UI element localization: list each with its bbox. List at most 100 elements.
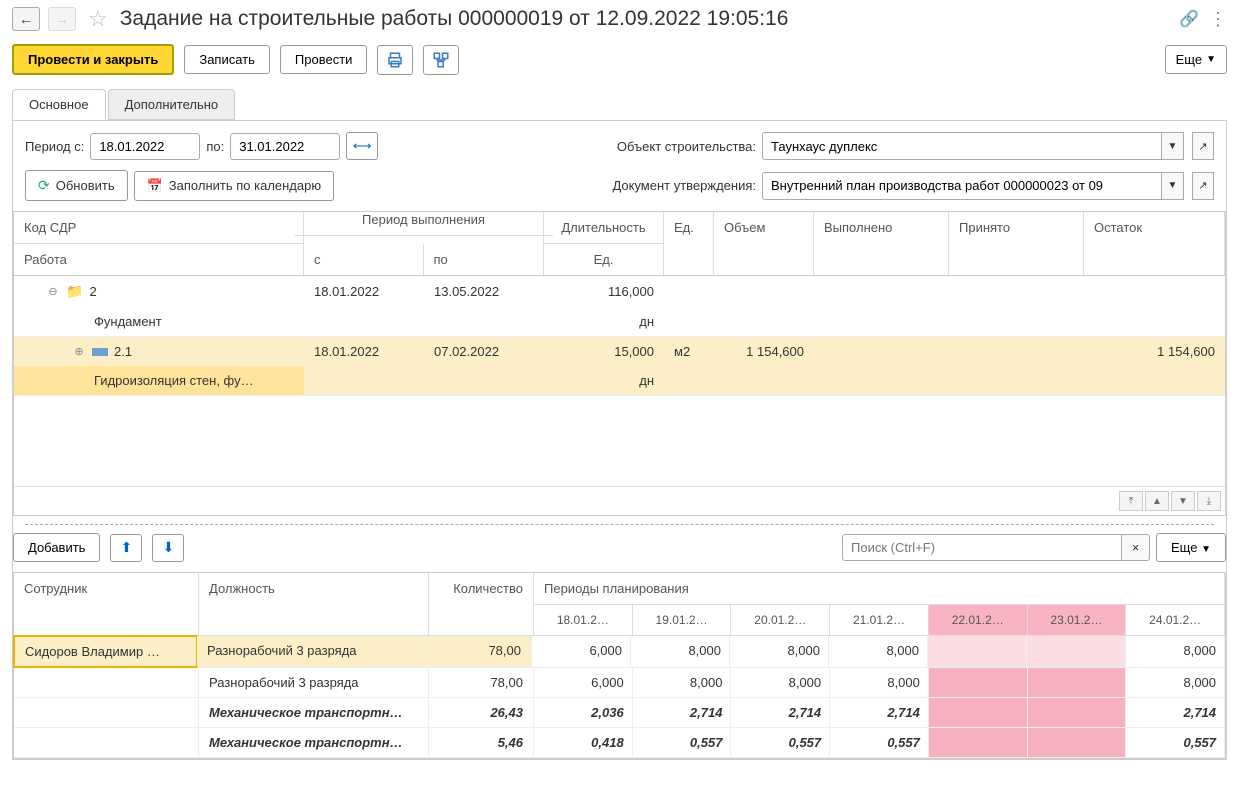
row-employee bbox=[14, 698, 199, 727]
print-button[interactable] bbox=[377, 45, 413, 75]
search-input[interactable] bbox=[842, 534, 1122, 561]
nav-back-button[interactable]: ← bbox=[12, 7, 40, 31]
row-qty: 26,43 bbox=[429, 698, 534, 727]
hierarchy-icon bbox=[432, 51, 450, 69]
row-volume bbox=[714, 285, 814, 299]
row-day-value bbox=[929, 728, 1028, 757]
move-up-button[interactable]: ⬆ bbox=[110, 534, 142, 562]
row-done bbox=[814, 285, 949, 299]
row-to: 13.05.2022 bbox=[424, 277, 544, 306]
move-down-button[interactable]: ⬇ bbox=[152, 534, 184, 562]
structure-button[interactable] bbox=[423, 45, 459, 75]
th-unit: Ед. bbox=[544, 244, 663, 275]
object-dropdown-button[interactable]: ▼ bbox=[1162, 132, 1184, 160]
approval-input[interactable] bbox=[762, 172, 1162, 200]
day-header: 23.01.2… bbox=[1028, 605, 1127, 635]
row-day-value: 8,000 bbox=[829, 636, 928, 667]
period-to-label: по: bbox=[206, 139, 224, 154]
lower-more-button[interactable]: Еще ▼ bbox=[1156, 533, 1226, 562]
bar-icon bbox=[92, 348, 108, 356]
lth-quantity: Количество bbox=[429, 573, 534, 636]
row-day-value: 6,000 bbox=[534, 668, 633, 697]
row-qty: 78,00 bbox=[429, 668, 534, 697]
lth-position: Должность bbox=[199, 573, 429, 636]
row-day-value: 2,714 bbox=[830, 698, 929, 727]
nav-first-button[interactable]: ⤒ bbox=[1119, 491, 1143, 511]
row-position: Разнорабочий 3 разряда bbox=[197, 636, 427, 667]
approval-open-button[interactable]: ↗ bbox=[1192, 172, 1214, 200]
nav-last-button[interactable]: ⤓ bbox=[1197, 491, 1221, 511]
refresh-button[interactable]: ⟳ Обновить bbox=[25, 170, 128, 201]
period-from-label: Период с: bbox=[25, 139, 84, 154]
th-remaining: Остаток bbox=[1084, 212, 1225, 275]
row-employee bbox=[14, 728, 199, 757]
fill-calendar-button[interactable]: 📅 Заполнить по календарю bbox=[134, 171, 335, 201]
row-day-value: 8,000 bbox=[730, 636, 829, 667]
tab-main[interactable]: Основное bbox=[12, 89, 106, 120]
period-to-input[interactable] bbox=[230, 133, 340, 160]
th-unit2: Ед. bbox=[664, 212, 714, 275]
more-vertical-icon[interactable]: ⋮ bbox=[1209, 9, 1227, 30]
favorite-star-icon[interactable]: ☆ bbox=[88, 6, 108, 32]
row-day-value: 2,036 bbox=[534, 698, 633, 727]
row-code: 2.1 bbox=[114, 344, 132, 359]
period-from-input[interactable] bbox=[90, 133, 200, 160]
th-period: Период выполнения bbox=[294, 204, 553, 236]
calendar-icon: 📅 bbox=[147, 178, 163, 194]
table-row[interactable]: ⊕ 2.1 18.01.2022 07.02.2022 15,000 м2 1 … bbox=[14, 337, 1225, 396]
post-button[interactable]: Провести bbox=[280, 45, 368, 74]
swap-dates-button[interactable]: ⟷ bbox=[346, 132, 378, 160]
row-day-value: 8,000 bbox=[1126, 668, 1225, 697]
row-accepted bbox=[949, 345, 1084, 359]
row-done bbox=[814, 345, 949, 359]
tree-toggle[interactable]: ⊖ bbox=[46, 285, 60, 298]
row-unit: м2 bbox=[664, 337, 714, 366]
approval-dropdown-button[interactable]: ▼ bbox=[1162, 172, 1184, 200]
row-day-value: 6,000 bbox=[532, 636, 631, 667]
row-day-value: 0,418 bbox=[534, 728, 633, 757]
table-row[interactable]: ⊖ 📁 2 18.01.2022 13.05.2022 116,000 Фунд… bbox=[14, 276, 1225, 337]
employee-row[interactable]: Разнорабочий 3 разряда78,006,0008,0008,0… bbox=[14, 668, 1225, 698]
lth-employee: Сотрудник bbox=[14, 573, 199, 636]
employees-table: Сотрудник Должность Количество Периоды п… bbox=[13, 572, 1226, 759]
row-volume: 1 154,600 bbox=[714, 337, 814, 366]
post-and-close-button[interactable]: Провести и закрыть bbox=[12, 44, 174, 75]
tab-additional[interactable]: Дополнительно bbox=[108, 89, 236, 120]
row-employee bbox=[14, 668, 199, 697]
tree-toggle[interactable]: ⊕ bbox=[72, 345, 86, 358]
row-unit bbox=[664, 285, 714, 299]
search-clear-button[interactable]: × bbox=[1122, 534, 1150, 561]
row-dur-unit: дн bbox=[544, 307, 664, 336]
day-header: 20.01.2… bbox=[731, 605, 830, 635]
employee-row[interactable]: Механическое транспортн…5,460,4180,5570,… bbox=[14, 728, 1225, 758]
row-day-value: 2,714 bbox=[1126, 698, 1225, 727]
th-code: Код СДР bbox=[14, 212, 303, 244]
save-button[interactable]: Записать bbox=[184, 45, 270, 74]
row-code: 2 bbox=[89, 284, 96, 299]
object-input[interactable] bbox=[762, 132, 1162, 160]
row-remaining: 1 154,600 bbox=[1084, 337, 1225, 366]
add-button[interactable]: Добавить bbox=[13, 533, 100, 562]
day-header: 19.01.2… bbox=[633, 605, 732, 635]
more-button[interactable]: Еще ▼ bbox=[1165, 45, 1227, 74]
row-position: Разнорабочий 3 разряда bbox=[199, 668, 429, 697]
nav-down-button[interactable]: ▼ bbox=[1171, 491, 1195, 511]
row-name: Фундамент bbox=[14, 307, 304, 336]
row-duration: 15,000 bbox=[544, 337, 664, 366]
row-remaining bbox=[1084, 285, 1225, 299]
row-qty: 78,00 bbox=[427, 636, 532, 667]
employee-row[interactable]: Механическое транспортн…26,432,0362,7142… bbox=[14, 698, 1225, 728]
row-day-value bbox=[1028, 668, 1127, 697]
nav-up-button[interactable]: ▲ bbox=[1145, 491, 1169, 511]
row-day-value: 0,557 bbox=[1126, 728, 1225, 757]
row-day-value: 8,000 bbox=[1126, 636, 1225, 667]
link-icon[interactable]: 🔗 bbox=[1179, 9, 1199, 29]
nav-forward-button[interactable]: → bbox=[48, 7, 76, 31]
employee-row[interactable]: Сидоров Владимир …Разнорабочий 3 разряда… bbox=[14, 636, 1225, 668]
row-employee: Сидоров Владимир … bbox=[13, 635, 198, 668]
row-day-value bbox=[1027, 636, 1126, 667]
chevron-down-icon: ▼ bbox=[1206, 54, 1216, 65]
th-volume: Объем bbox=[714, 212, 814, 275]
th-done: Выполнено bbox=[814, 212, 949, 275]
object-open-button[interactable]: ↗ bbox=[1192, 132, 1214, 160]
